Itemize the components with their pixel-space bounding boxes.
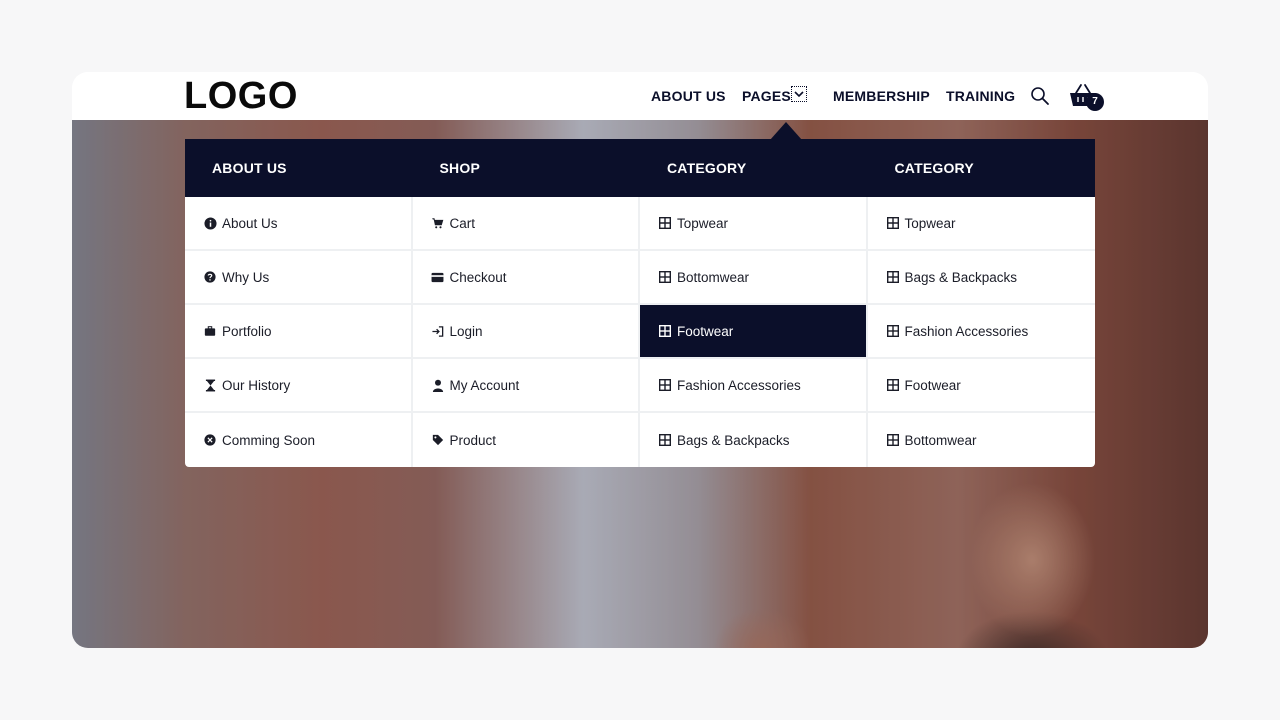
grid-icon [659,325,671,337]
menu-item-login[interactable]: Login [412,305,638,359]
menu-item-label: My Account [449,377,520,393]
grid-icon [659,217,671,229]
menu-item-bottomwear[interactable]: Bottomwear [640,251,866,305]
menu-item-about-us[interactable]: About Us [185,197,411,251]
menu-column-category: Topwear Bottomwear Footwear Fashion Acce… [640,197,868,467]
menu-item-label: Login [449,323,483,339]
menu-item-footwear-active[interactable]: Footwear [640,305,866,359]
menu-column-about-us: About Us Why Us Portfolio Our History Co… [185,197,413,467]
menu-column-category-2: Topwear Bags & Backpacks Fashion Accesso… [867,197,1096,467]
grid-icon [886,217,899,229]
menu-item-label: Comming Soon [222,432,316,448]
menu-item-label: Checkout [449,269,507,285]
menu-item-topwear[interactable]: Topwear [867,197,1095,251]
menu-item-footwear[interactable]: Footwear [867,359,1095,413]
menu-item-cart[interactable]: Cart [412,197,638,251]
nav-pages[interactable]: PAGES [742,87,791,105]
grid-icon [886,271,899,283]
nav-about-us[interactable]: ABOUT US [651,87,726,105]
menu-item-bags-backpacks[interactable]: Bags & Backpacks [867,251,1095,305]
hourglass-icon [205,379,215,391]
search-icon[interactable] [1029,85,1051,107]
column-title-category-2: CATEGORY [894,160,974,176]
menu-item-product[interactable]: Product [413,413,639,467]
tag-icon [432,434,443,446]
menu-item-our-history[interactable]: Our History [185,359,411,413]
dropdown-caret [770,122,802,140]
credit-card-icon [431,272,444,282]
menu-item-fashion-accessories[interactable]: Fashion Accessories [867,305,1095,359]
menu-item-label: Topwear [904,215,956,231]
mega-menu-header: ABOUT US SHOP CATEGORY CATEGORY [185,139,1095,197]
menu-column-shop: Cart Checkout Login My Account Product [412,197,640,467]
menu-item-label: Bags & Backpacks [677,432,790,448]
menu-item-label: Our History [222,377,291,393]
menu-item-label: Bottomwear [677,269,750,285]
chevron-down-icon [794,91,804,98]
column-title-about-us: ABOUT US [212,160,287,176]
menu-item-label: Bags & Backpacks [904,269,1018,285]
menu-item-bottomwear[interactable]: Bottomwear [868,413,1096,467]
grid-icon [886,379,899,391]
grid-icon [886,325,899,337]
user-icon [432,379,443,392]
column-title-shop: SHOP [439,160,480,176]
nav-membership[interactable]: MEMBERSHIP [833,87,930,105]
menu-item-bags-backpacks[interactable]: Bags & Backpacks [640,413,866,467]
menu-item-label: Cart [449,215,476,231]
cart-count-badge: 7 [1086,93,1104,111]
grid-icon [886,434,899,446]
menu-item-portfolio[interactable]: Portfolio [185,305,411,359]
menu-item-label: Topwear [677,215,729,231]
menu-item-label: Product [449,432,497,448]
menu-item-label: Fashion Accessories [904,323,1029,339]
mega-menu-body: About Us Why Us Portfolio Our History Co… [185,197,1095,467]
column-title-category: CATEGORY [667,160,747,176]
nav-training[interactable]: TRAINING [946,87,1015,105]
info-icon [203,216,217,230]
menu-item-checkout[interactable]: Checkout [412,251,638,305]
pages-mega-menu: ABOUT US SHOP CATEGORY CATEGORY About Us… [185,139,1095,467]
site-preview: LOGO ABOUT US PAGES MEMBERSHIP TRAINING … [72,72,1208,648]
clock-icon [204,434,216,446]
menu-item-label: Footwear [904,377,961,393]
grid-icon [659,434,671,446]
menu-item-fashion-accessories[interactable]: Fashion Accessories [640,359,866,413]
grid-icon [659,271,671,283]
menu-item-label: Why Us [222,269,270,285]
briefcase-icon [204,326,216,336]
menu-item-label: About Us [222,215,278,231]
grid-icon [659,379,671,391]
pages-dropdown-toggle[interactable] [791,86,807,102]
cart-icon [432,218,444,229]
menu-item-label: Fashion Accessories [677,377,801,393]
menu-item-comming-soon[interactable]: Comming Soon [185,413,411,467]
menu-item-label: Portfolio [222,323,272,339]
menu-item-label: Bottomwear [904,432,977,448]
menu-item-my-account[interactable]: My Account [412,359,638,413]
question-icon [204,271,216,283]
menu-item-label: Footwear [677,323,734,339]
menu-item-why-us[interactable]: Why Us [185,251,411,305]
login-icon [431,325,443,337]
site-logo[interactable]: LOGO [184,77,298,115]
site-header: LOGO ABOUT US PAGES MEMBERSHIP TRAINING … [72,72,1208,120]
menu-item-topwear[interactable]: Topwear [640,197,866,251]
